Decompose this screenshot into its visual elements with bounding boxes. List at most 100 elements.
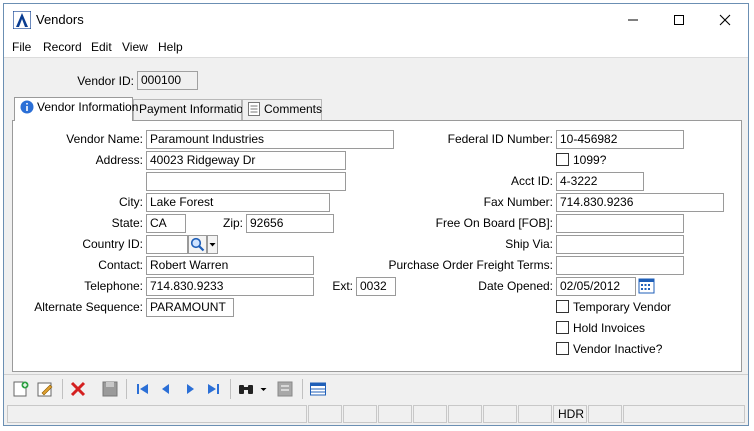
date-opened-field[interactable]: 02/05/2012 [556,277,636,296]
tab-strip: Vendor Information Payment Information C… [12,97,742,121]
acct-id-field[interactable]: 4-3222 [556,172,644,191]
binoculars-icon [239,385,253,394]
delete-icon [70,381,86,397]
find-dropdown-button[interactable] [258,380,268,398]
status-cell [448,405,482,423]
close-icon [719,14,731,26]
first-record-button[interactable] [134,380,152,398]
minimize-button[interactable] [610,4,656,36]
alternate-sequence-field[interactable]: PARAMOUNT [146,298,234,317]
telephone-field[interactable]: 714.830.9233 [146,277,314,296]
calendar-icon [638,278,655,294]
lookup-button[interactable] [276,380,294,398]
new-record-button[interactable] [12,380,30,398]
country-id-field[interactable] [146,235,188,254]
form-content: Vendor ID: 000100 Vendor Information Pay… [4,59,748,373]
status-cell [623,405,745,423]
address-line1-field[interactable]: 40023 Ridgeway Dr [146,151,346,170]
grid-view-button[interactable] [309,380,327,398]
form-1099-label: 1099? [573,153,607,167]
maximize-button[interactable] [656,4,702,36]
chevron-down-icon [260,388,266,391]
date-picker-button[interactable] [638,277,657,296]
edit-record-icon [37,382,53,397]
menu-edit[interactable]: Edit [91,40,112,54]
next-record-button[interactable] [181,380,199,398]
grid-view-icon [310,382,326,396]
state-label: State: [111,216,143,230]
toolbar-separator [302,379,303,399]
temporary-vendor-checkbox[interactable] [556,300,569,313]
vendors-window: Vendors File Record Edit View Help Vendo… [3,3,749,426]
tab-payment-information[interactable]: Payment Information [133,99,250,120]
save-icon [102,381,118,397]
contact-label: Contact: [98,258,143,272]
hold-invoices-label: Hold Invoices [573,321,646,335]
vendor-information-panel: Vendor Name: Paramount Industries Addres… [12,120,742,372]
address-line2-field[interactable] [146,172,346,191]
fax-number-label: Fax Number: [483,195,553,209]
hold-invoices-checkbox[interactable] [556,321,569,334]
fax-number-field[interactable]: 714.830.9236 [556,193,724,212]
save-record-button[interactable] [101,380,119,398]
status-cell [343,405,377,423]
minimize-icon [628,19,638,21]
delete-record-button[interactable] [69,380,87,398]
edit-record-button[interactable] [36,380,54,398]
vendor-id-label: Vendor ID: [77,74,134,88]
menu-view[interactable]: View [122,40,148,54]
menu-record[interactable]: Record [43,40,82,54]
ship-via-field[interactable] [556,235,684,254]
next-record-icon [187,384,194,394]
vendor-name-field[interactable]: Paramount Industries [146,130,394,149]
close-button[interactable] [702,4,748,36]
status-cell [518,405,552,423]
tab-vendor-information[interactable]: Vendor Information [14,97,138,121]
magnifier-icon [190,237,205,252]
status-bar: HDR [4,403,748,425]
state-field[interactable]: CA [146,214,186,233]
country-dropdown-button[interactable] [207,235,218,254]
toolbar-separator [126,379,127,399]
po-freight-terms-label: Purchase Order Freight Terms: [388,258,553,272]
country-lookup-button[interactable] [188,235,207,254]
toolbar-separator [62,379,63,399]
first-record-icon [137,384,148,394]
find-button[interactable] [237,380,255,398]
tab-vendor-information-label: Vendor Information [37,100,139,114]
country-id-label: Country ID: [82,237,143,251]
app-logo-icon [13,11,31,29]
address-label: Address: [95,153,143,167]
federal-id-field[interactable]: 10-456982 [556,130,684,149]
status-cell [413,405,447,423]
vendor-id-field[interactable]: 000100 [137,71,198,90]
fob-field[interactable] [556,214,684,233]
new-record-icon [13,381,29,397]
alternate-sequence-label: Alternate Sequence: [34,300,143,314]
last-record-icon [208,384,219,394]
window-title: Vendors [36,12,84,27]
menu-file[interactable]: File [12,40,31,54]
zip-field[interactable]: 92656 [246,214,334,233]
maximize-icon [674,15,684,25]
telephone-label: Telephone: [84,279,143,293]
city-field[interactable]: Lake Forest [146,193,330,212]
lookup-icon [277,381,293,397]
tab-comments[interactable]: Comments [242,99,322,120]
federal-id-label: Federal ID Number: [447,132,553,146]
temporary-vendor-label: Temporary Vendor [573,300,672,314]
contact-field[interactable]: Robert Warren [146,256,314,275]
menu-help[interactable]: Help [158,40,183,54]
acct-id-label: Acct ID: [510,174,553,188]
vendor-inactive-checkbox[interactable] [556,342,569,355]
ship-via-label: Ship Via: [505,237,553,251]
ext-label: Ext: [332,279,353,293]
po-freight-terms-field[interactable] [556,256,684,275]
last-record-button[interactable] [204,380,222,398]
form-1099-checkbox[interactable] [556,153,569,166]
ext-field[interactable]: 0032 [356,277,396,296]
toolbar [4,374,748,402]
previous-record-button[interactable] [157,380,175,398]
toolbar-separator [230,379,231,399]
date-opened-label: Date Opened: [478,279,553,293]
